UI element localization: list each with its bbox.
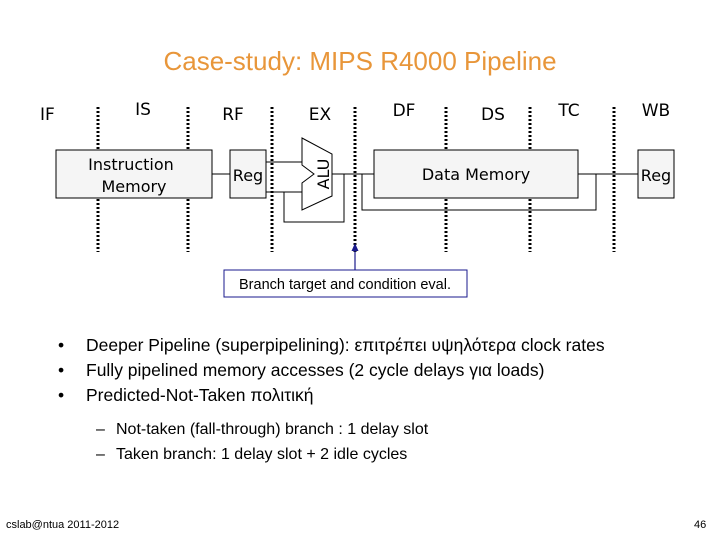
stage-label-is: IS	[135, 100, 151, 120]
sub-bullet-item: – Taken branch: 1 delay slot + 2 idle cyc…	[96, 442, 428, 467]
sub-bullet-glyph: –	[96, 421, 105, 438]
stage-label-rf: RF	[222, 105, 244, 125]
register-file-label: Reg	[233, 166, 263, 185]
stage-label-if: IF	[40, 105, 55, 125]
footer-credit: cslab@ntua 2011-2012	[6, 519, 120, 531]
sub-bullet-list: – Not-taken (fall-through) branch : 1 del…	[96, 417, 428, 467]
pipeline-diagram: IF IS RF EX DF DS TC WB Instruction Memo…	[40, 100, 675, 298]
bullet-list: • Deeper Pipeline (superpipelining): επιτ…	[58, 333, 605, 408]
data-memory-label: Data Memory	[422, 165, 530, 184]
stage-label-tc: TC	[557, 101, 579, 121]
sub-bullet-text: Not-taken (fall-through) branch : 1 dela…	[116, 421, 429, 438]
stage-label-ds: DS	[481, 105, 505, 125]
sub-bullet-glyph: –	[96, 446, 105, 463]
bullet-text: Predicted-Not-Taken πολιτική	[86, 385, 314, 405]
sub-bullet-item: – Not-taken (fall-through) branch : 1 del…	[96, 417, 428, 442]
stage-label-ex: EX	[309, 105, 332, 125]
writeback-register-label: Reg	[641, 166, 671, 185]
bullet-item: • Deeper Pipeline (superpipelining): επιτ…	[58, 333, 605, 358]
sub-bullet-text: Taken branch: 1 delay slot + 2 idle cycl…	[116, 446, 408, 463]
bullet-text: Deeper Pipeline (superpipelining): επιτρ…	[86, 335, 605, 355]
bullet-glyph: •	[58, 360, 65, 380]
bullet-glyph: •	[58, 385, 65, 405]
bullet-item: • Fully pipelined memory accesses (2 cycl…	[58, 358, 605, 383]
bullet-item: • Predicted-Not-Taken πολιτική	[58, 383, 605, 408]
stage-label-wb: WB	[642, 101, 670, 121]
instruction-memory-label-line1: Instruction	[88, 155, 174, 174]
instruction-memory-label-line2: Memory	[101, 177, 166, 196]
bullet-text: Fully pipelined memory accesses (2 cycle…	[86, 360, 545, 380]
stage-label-df: DF	[393, 101, 416, 121]
branch-arrow-head	[351, 243, 359, 251]
alu-label: ALU	[314, 159, 333, 190]
page-number: 46	[694, 519, 707, 531]
bullet-glyph: •	[58, 335, 65, 355]
branch-label: Branch target and condition eval.	[239, 277, 451, 293]
